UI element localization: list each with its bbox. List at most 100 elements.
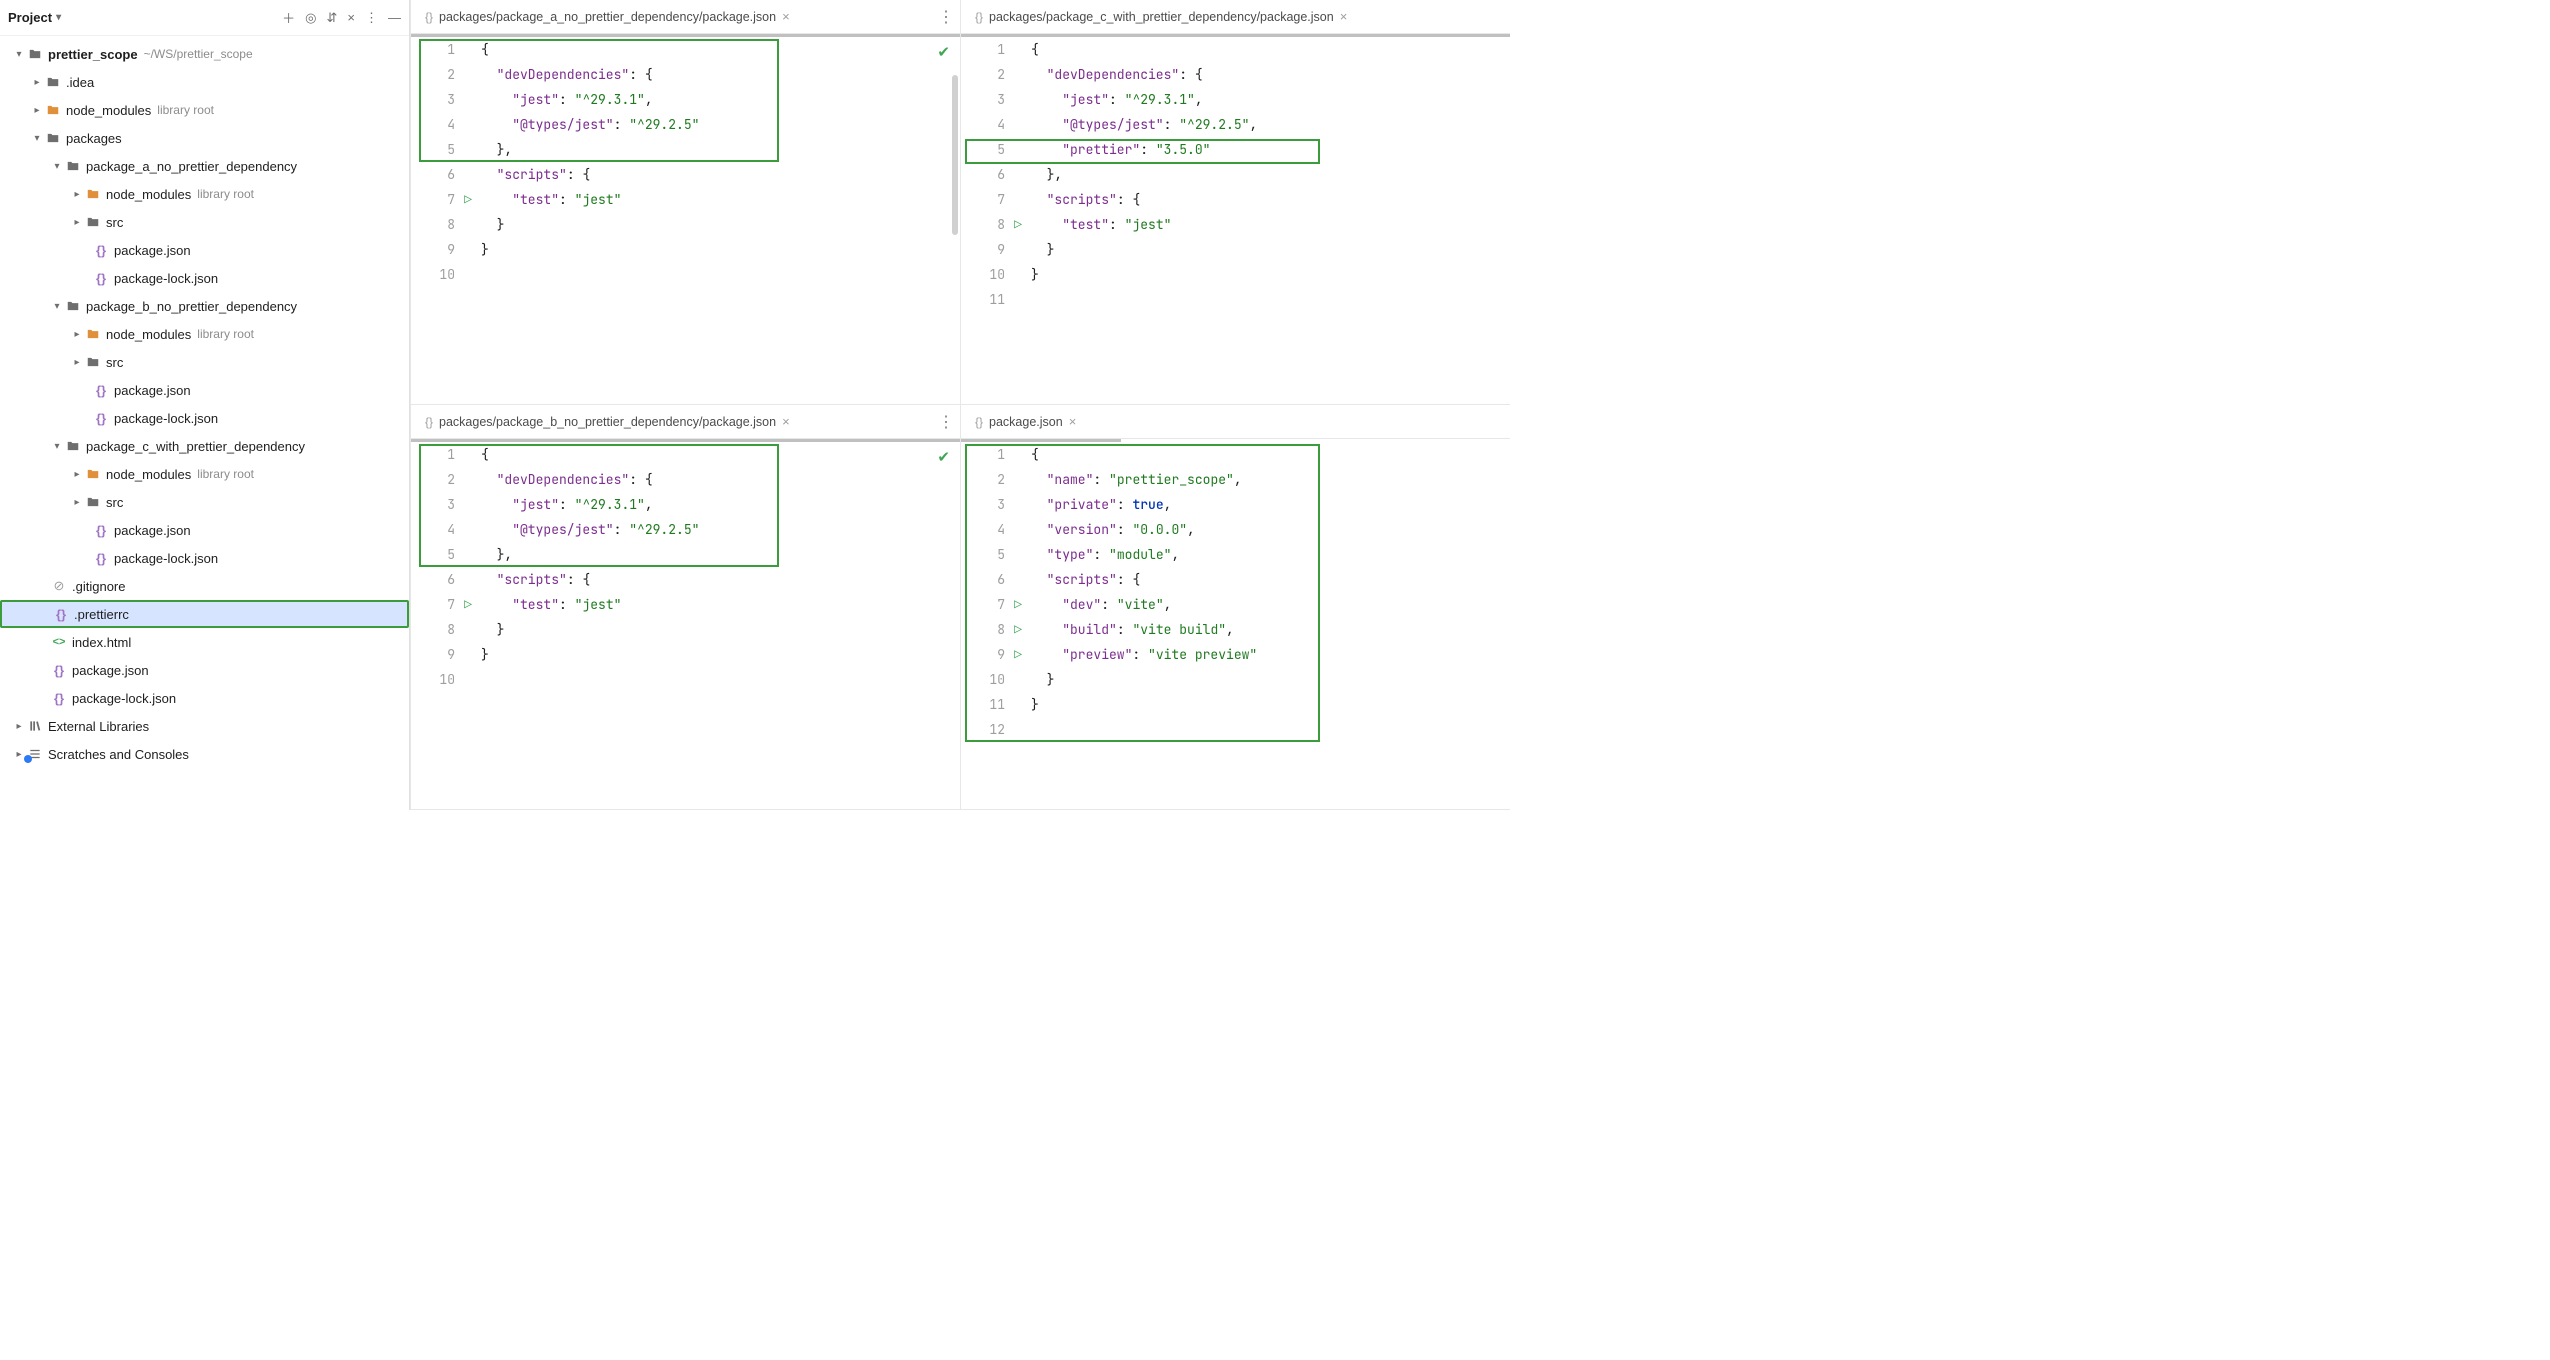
tree-root-lock[interactable]: {} package-lock.json [0,684,409,712]
code-line[interactable]: "devDependencies": { [481,62,960,87]
code-line[interactable]: "scripts": { [1031,187,1510,212]
tree-node-modules-root[interactable]: ▸ node_modules library root [0,96,409,124]
code-line[interactable]: "test": "jest" [481,592,960,617]
tree-indexhtml[interactable]: <> index.html [0,628,409,656]
code-line[interactable]: } [1031,667,1510,692]
tab-c[interactable]: {} packages/package_c_with_prettier_depe… [967,5,1355,28]
run-icon[interactable]: ▷ [1014,621,1022,638]
tab-root[interactable]: {} package.json × [967,410,1084,433]
tree-scratches[interactable]: ▸ Scratches and Consoles [0,740,409,768]
code-line[interactable]: } [1031,237,1510,262]
code-line[interactable]: "test": "jest" [481,187,960,212]
code-line[interactable] [481,667,960,692]
tree-pkg-c-lock[interactable]: {} package-lock.json [0,544,409,572]
code-line[interactable]: "dev": "vite", [1031,592,1510,617]
run-icon[interactable]: ▷ [1014,596,1022,613]
code-line[interactable]: } [481,642,960,667]
target-icon[interactable]: ◎ [305,10,316,26]
close-icon[interactable]: × [782,414,790,429]
close-icon[interactable]: × [1340,9,1348,24]
run-icon[interactable]: ▷ [464,596,472,613]
code-line[interactable]: { [481,442,960,467]
code-line[interactable]: }, [481,137,960,162]
line-number: 2 [411,62,455,87]
code-root[interactable]: 1{2 "name": "prettier_scope",3 "private"… [961,442,1510,742]
code-line[interactable]: "name": "prettier_scope", [1031,467,1510,492]
more-icon[interactable]: ⋮ [938,7,954,27]
tree-pkg-c-nm[interactable]: ▸ node_modules library root [0,460,409,488]
code-line[interactable]: "test": "jest" [1031,212,1510,237]
code-line[interactable]: } [481,237,960,262]
tree-packages[interactable]: ▾ packages [0,124,409,152]
run-icon[interactable]: ▷ [1014,646,1022,663]
code-line[interactable]: } [481,617,960,642]
close-icon[interactable]: × [1069,414,1077,429]
code-line[interactable]: "preview": "vite preview" [1031,642,1510,667]
code-line[interactable]: { [481,37,960,62]
code-line[interactable]: "build": "vite build", [1031,617,1510,642]
code-line[interactable]: } [1031,262,1510,287]
code-line[interactable]: } [1031,692,1510,717]
run-icon[interactable]: ▷ [464,191,472,208]
close-panel-icon[interactable]: × [347,10,355,25]
code-line[interactable] [1031,717,1510,742]
tree-pkg-a-src[interactable]: ▸ src [0,208,409,236]
add-icon[interactable]: ＋ [282,8,295,27]
tree-gitignore[interactable]: ⊘ .gitignore [0,572,409,600]
json-icon: {} [975,415,983,429]
tree-pkg-b[interactable]: ▾ package_b_no_prettier_dependency [0,292,409,320]
tree-pkg-b-json[interactable]: {} package.json [0,376,409,404]
code-c[interactable]: 1{2 "devDependencies": {3 "jest": "^29.3… [961,37,1510,312]
tree-pkg-c[interactable]: ▾ package_c_with_prettier_dependency [0,432,409,460]
tree-pkg-b-src[interactable]: ▸ src [0,348,409,376]
tree-pkg-c-json[interactable]: {} package.json [0,516,409,544]
tree-prettierrc[interactable]: {} .prettierrc [0,600,409,628]
code-line[interactable]: } [481,212,960,237]
code-line[interactable]: "jest": "^29.3.1", [1031,87,1510,112]
code-line[interactable]: "@types/jest": "^29.2.5" [481,112,960,137]
tree-pkg-a-json[interactable]: {} package.json [0,236,409,264]
minimize-icon[interactable]: — [388,10,401,25]
tree-pkg-b-lock[interactable]: {} package-lock.json [0,404,409,432]
collapse-icon[interactable]: ⇵ [327,10,338,26]
code-line[interactable] [481,262,960,287]
code-a[interactable]: 1{2 "devDependencies": {3 "jest": "^29.3… [411,37,960,287]
code-line[interactable]: "type": "module", [1031,542,1510,567]
code-line[interactable] [1031,287,1510,312]
code-line[interactable]: "version": "0.0.0", [1031,517,1510,542]
code-line[interactable]: "scripts": { [1031,567,1510,592]
sidebar-title[interactable]: Project ▾ [8,10,61,25]
tree-pkg-a[interactable]: ▾ package_a_no_prettier_dependency [0,152,409,180]
code-line[interactable]: "scripts": { [481,567,960,592]
code-line[interactable]: "jest": "^29.3.1", [481,87,960,112]
code-line[interactable]: "@types/jest": "^29.2.5" [481,517,960,542]
code-line[interactable]: "devDependencies": { [481,467,960,492]
code-b[interactable]: 1{2 "devDependencies": {3 "jest": "^29.3… [411,442,960,692]
scrollbar[interactable] [952,75,958,235]
tree-ext-lib[interactable]: ▸ External Libraries [0,712,409,740]
tree-pkg-a-nm[interactable]: ▸ node_modules library root [0,180,409,208]
tree-root-pkg[interactable]: {} package.json [0,656,409,684]
tree-root[interactable]: ▾ prettier_scope ~/WS/prettier_scope [0,40,409,68]
code-line[interactable]: }, [481,542,960,567]
close-icon[interactable]: × [782,9,790,24]
code-line[interactable]: "prettier": "3.5.0" [1031,137,1510,162]
code-line[interactable]: { [1031,37,1510,62]
tree-pkg-c-src[interactable]: ▸ src [0,488,409,516]
code-line[interactable]: }, [1031,162,1510,187]
code-line[interactable]: "private": true, [1031,492,1510,517]
code-line[interactable]: { [1031,442,1510,467]
code-line[interactable]: "devDependencies": { [1031,62,1510,87]
code-line[interactable]: "jest": "^29.3.1", [481,492,960,517]
code-line[interactable]: "scripts": { [481,162,960,187]
tab-b[interactable]: {} packages/package_b_no_prettier_depend… [417,410,798,433]
more-icon[interactable]: ⋮ [938,412,954,432]
tree-idea[interactable]: ▸ .idea [0,68,409,96]
tab-a[interactable]: {} packages/package_a_no_prettier_depend… [417,5,798,28]
more-icon[interactable]: ⋮ [365,10,378,26]
tree-pkg-b-nm[interactable]: ▸ node_modules library root [0,320,409,348]
line-number: 5 [411,542,455,567]
run-icon[interactable]: ▷ [1014,216,1022,233]
tree-pkg-a-lock[interactable]: {} package-lock.json [0,264,409,292]
code-line[interactable]: "@types/jest": "^29.2.5", [1031,112,1510,137]
